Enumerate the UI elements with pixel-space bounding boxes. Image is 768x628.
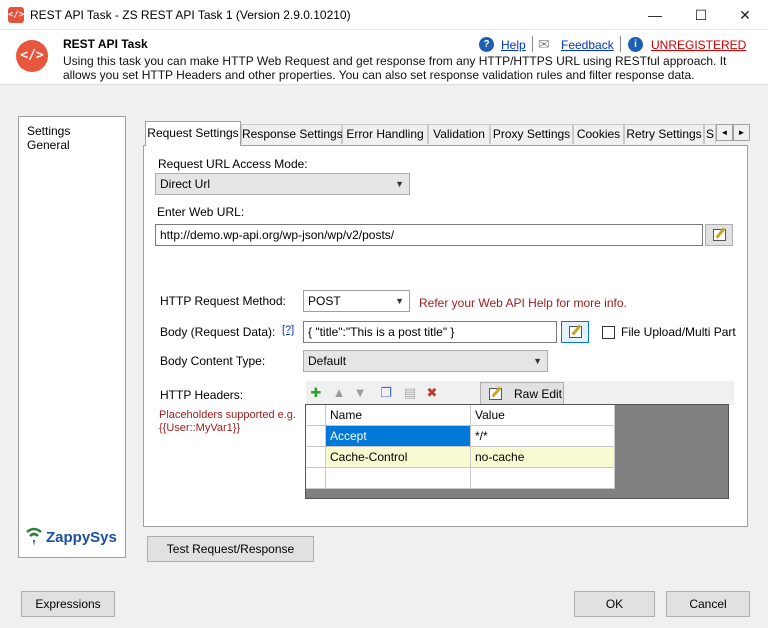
tab-scroll-left-icon[interactable]: ◄ <box>716 124 733 141</box>
header-value-cell[interactable]: */* <box>471 426 615 447</box>
content-type-label: Body Content Type: <box>160 354 266 368</box>
task-title: REST API Task <box>63 37 148 51</box>
tab-request-settings[interactable]: Request Settings <box>145 121 241 146</box>
tab-response-settings[interactable]: Response Settings <box>241 124 343 144</box>
help-link[interactable]: Help <box>501 38 526 52</box>
nav-item-settings[interactable]: Settings <box>27 124 70 138</box>
title-bar: </> REST API Task - ZS REST API Task 1 (… <box>0 0 768 30</box>
settings-nav-panel: Settings General <box>18 116 126 558</box>
row-header[interactable] <box>306 468 326 489</box>
task-description: Using this task you can make HTTP Web Re… <box>63 54 727 82</box>
header-name-cell[interactable]: Cache-Control <box>326 447 471 468</box>
paste-icon[interactable]: ▤ <box>402 385 418 401</box>
chevron-down-icon: ▼ <box>533 356 542 366</box>
maximize-button[interactable]: ☐ <box>678 0 724 30</box>
divider <box>620 36 621 52</box>
header-value-cell[interactable] <box>471 468 615 489</box>
chevron-down-icon: ▼ <box>395 296 404 306</box>
header-value-cell[interactable]: no-cache <box>471 447 615 468</box>
tab-proxy-settings[interactable]: Proxy Settings <box>490 124 573 144</box>
content-type-value: Default <box>308 354 347 368</box>
edit-icon <box>489 388 502 400</box>
move-up-icon[interactable]: ▲ <box>331 385 347 401</box>
delete-row-icon[interactable]: ✖ <box>424 385 440 401</box>
divider <box>532 36 533 52</box>
tab-validation[interactable]: Validation <box>428 124 490 144</box>
zappysys-logo-icon: ZappySys <box>26 527 117 546</box>
headers-label: HTTP Headers: <box>160 388 244 402</box>
header-name-cell[interactable]: Accept <box>326 426 471 447</box>
body-input[interactable]: { "title":"This is a post title" } <box>303 321 557 343</box>
column-header-value[interactable]: Value <box>471 405 615 426</box>
window-title: REST API Task - ZS REST API Task 1 (Vers… <box>30 8 351 22</box>
url-mode-select[interactable]: Direct Url ▼ <box>155 173 410 195</box>
info-icon: i <box>628 37 643 52</box>
file-upload-checkbox[interactable] <box>602 326 615 339</box>
cancel-button[interactable]: Cancel <box>666 591 750 617</box>
copy-icon[interactable]: ❐ <box>378 385 394 401</box>
minimize-button[interactable]: — <box>632 0 678 30</box>
ok-button[interactable]: OK <box>574 591 655 617</box>
raw-edit-button[interactable]: Raw Edit <box>480 382 564 406</box>
tab-cookies[interactable]: Cookies <box>573 124 624 144</box>
web-url-label: Enter Web URL: <box>157 205 245 219</box>
add-row-icon[interactable]: ✚ <box>308 385 324 401</box>
raw-edit-label: Raw Edit <box>514 387 563 401</box>
method-value: POST <box>308 294 341 308</box>
tab-retry-settings[interactable]: Retry Settings <box>624 124 704 144</box>
tab-error-handling[interactable]: Error Handling <box>342 124 428 144</box>
edit-icon <box>569 326 582 338</box>
unregistered-link[interactable]: UNREGISTERED <box>651 38 746 52</box>
tab-partial[interactable]: S <box>704 124 716 144</box>
mail-icon[interactable]: ✉ <box>538 36 550 53</box>
placeholder-hint: Placeholders supported e.g. <box>159 409 296 421</box>
body-label: Body (Request Data): <box>160 325 276 339</box>
chevron-down-icon: ▼ <box>395 179 404 189</box>
file-upload-label: File Upload/Multi Part <box>621 325 736 339</box>
brand-name: ZappySys <box>46 529 117 546</box>
nav-item-general[interactable]: General <box>27 138 70 152</box>
move-down-icon[interactable]: ▼ <box>352 385 368 401</box>
content-type-select[interactable]: Default ▼ <box>303 350 548 372</box>
url-mode-value: Direct Url <box>160 177 210 191</box>
placeholder-example: {{User::MyVar1}} <box>159 422 241 434</box>
feedback-link[interactable]: Feedback <box>561 38 614 52</box>
expressions-button[interactable]: Expressions <box>21 591 115 617</box>
method-select[interactable]: POST ▼ <box>303 290 410 312</box>
header-name-cell[interactable] <box>326 468 471 489</box>
close-button[interactable]: ✕ <box>722 0 768 30</box>
app-icon: </> <box>8 7 24 23</box>
web-url-input[interactable]: http://demo.wp-api.org/wp-json/wp/v2/pos… <box>155 224 703 246</box>
body-help-link[interactable]: [?] <box>282 324 294 336</box>
row-header[interactable] <box>306 447 326 468</box>
grid-corner <box>306 405 326 426</box>
url-mode-label: Request URL Access Mode: <box>158 157 308 171</box>
edit-url-button[interactable] <box>705 224 733 246</box>
test-request-button[interactable]: Test Request/Response <box>147 536 314 562</box>
method-hint: Refer your Web API Help for more info. <box>419 296 627 310</box>
rest-api-logo-icon: </> <box>16 40 48 72</box>
tab-scroll-right-icon[interactable]: ► <box>733 124 750 141</box>
row-header[interactable] <box>306 426 326 447</box>
headers-grid: Name Value Accept */* Cache-Control no-c… <box>305 404 729 499</box>
help-icon[interactable]: ? <box>479 37 494 52</box>
zappysys-logo: ZappySys <box>24 524 124 553</box>
column-header-name[interactable]: Name <box>326 405 471 426</box>
method-label: HTTP Request Method: <box>160 294 286 308</box>
edit-icon <box>713 229 726 241</box>
task-header: </> REST API Task Using this task you ca… <box>0 30 768 85</box>
edit-body-button[interactable] <box>561 321 589 343</box>
